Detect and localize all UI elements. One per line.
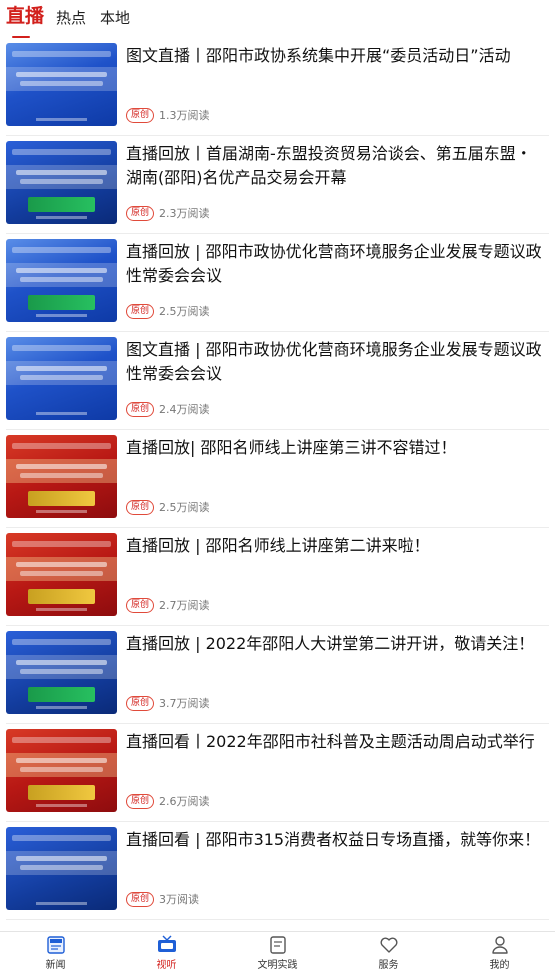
news-icon (46, 936, 65, 954)
read-count: 2.6万阅读 (159, 795, 210, 808)
thumbnail-image (6, 337, 117, 420)
document-icon (269, 936, 286, 954)
list-item[interactable]: 直播回看 | 邵阳市315消费者权益日专场直播，就等你来！ 原创 3万阅读 (0, 822, 555, 920)
thumbnail-image (6, 827, 117, 910)
read-count: 3万阅读 (159, 893, 200, 906)
original-badge: 原创 (126, 597, 155, 613)
read-count: 2.5万阅读 (159, 501, 210, 514)
original-badge: 原创 (126, 205, 155, 221)
heart-icon (380, 937, 397, 953)
thumbnail-image (6, 239, 117, 322)
read-count: 2.5万阅读 (159, 305, 210, 318)
item-title: 直播回看 | 邵阳市315消费者权益日专场直播，就等你来！ (126, 830, 541, 849)
nav-label: 视听 (156, 960, 177, 971)
thumbnail-image (6, 729, 117, 812)
original-badge: 原创 (126, 891, 155, 907)
read-count: 2.7万阅读 (159, 599, 210, 612)
thumbnail-image (6, 435, 117, 518)
item-title: 直播回放 | 邵阳市政协优化营商环境服务企业发展专题议政性常委会会议 (126, 242, 542, 285)
item-title: 直播回放 | 邵阳名师线上讲座第二讲来啦！ (126, 536, 430, 555)
nav-media[interactable]: 视听 (111, 932, 222, 971)
list-item[interactable]: 直播回放 | 2022年邵阳人大讲堂第二讲开讲，敬请关注！ 原创 3.7万阅读 (0, 626, 555, 724)
live-list: 图文直播丨邵阳市政协系统集中开展“委员活动日”活动 原创 1.3万阅读 直播回放丨… (0, 38, 555, 920)
item-title: 直播回放丨首届湖南-东盟投资贸易洽谈会、第五届东盟・湖南(邵阳)名优产品交易会开… (126, 144, 532, 187)
list-item[interactable]: 直播回放 | 邵阳名师线上讲座第二讲来啦！ 原创 2.7万阅读 (0, 528, 555, 626)
item-title: 直播回看丨2022年邵阳市社科普及主题活动周启动式举行 (126, 732, 535, 751)
bottom-nav-bar: 新闻 视听 文明实践 服务 我的 (0, 931, 555, 971)
item-title: 图文直播 | 邵阳市政协优化营商环境服务企业发展专题议政性常委会会议 (126, 340, 542, 383)
item-title: 直播回放| 邵阳名师线上讲座第三讲不容错过！ (126, 438, 457, 457)
nav-label: 文明实践 (257, 960, 298, 971)
original-badge: 原创 (126, 695, 155, 711)
list-item[interactable]: 图文直播丨邵阳市政协系统集中开展“委员活动日”活动 原创 1.3万阅读 (0, 38, 555, 136)
top-tab-bar: 直播 热点 本地 (0, 0, 555, 38)
user-icon (491, 936, 508, 954)
original-badge: 原创 (126, 499, 155, 515)
read-count: 2.3万阅读 (159, 207, 210, 220)
list-item[interactable]: 直播回看丨2022年邵阳市社科普及主题活动周启动式举行 原创 2.6万阅读 (0, 724, 555, 822)
nav-service[interactable]: 服务 (333, 932, 444, 971)
item-title: 图文直播丨邵阳市政协系统集中开展“委员活动日”活动 (126, 46, 511, 65)
tv-icon (157, 935, 176, 952)
nav-news[interactable]: 新闻 (0, 932, 111, 971)
original-badge: 原创 (126, 107, 155, 123)
item-title: 直播回放 | 2022年邵阳人大讲堂第二讲开讲，敬请关注！ (126, 634, 535, 653)
original-badge: 原创 (126, 401, 155, 417)
read-count: 1.3万阅读 (159, 109, 210, 122)
thumbnail-image (6, 141, 117, 224)
thumbnail-image (6, 43, 117, 126)
read-count: 3.7万阅读 (159, 697, 210, 710)
original-badge: 原创 (126, 303, 155, 319)
tab-live[interactable]: 直播 (6, 1, 44, 32)
thumbnail-image (6, 533, 117, 616)
nav-label: 新闻 (45, 960, 66, 971)
nav-label: 我的 (489, 960, 510, 971)
nav-profile[interactable]: 我的 (444, 932, 555, 971)
nav-label: 服务 (378, 960, 399, 971)
original-badge: 原创 (126, 793, 155, 809)
list-item[interactable]: 直播回放 | 邵阳市政协优化营商环境服务企业发展专题议政性常委会会议 原创 2.5… (0, 234, 555, 332)
list-item[interactable]: 直播回放| 邵阳名师线上讲座第三讲不容错过！ 原创 2.5万阅读 (0, 430, 555, 528)
list-item[interactable]: 直播回放丨首届湖南-东盟投资贸易洽谈会、第五届东盟・湖南(邵阳)名优产品交易会开… (0, 136, 555, 234)
thumbnail-image (6, 631, 117, 714)
nav-civilization[interactable]: 文明实践 (222, 932, 333, 971)
tab-local[interactable]: 本地 (100, 7, 130, 32)
read-count: 2.4万阅读 (159, 403, 210, 416)
tab-hot[interactable]: 热点 (56, 7, 86, 32)
list-item[interactable]: 图文直播 | 邵阳市政协优化营商环境服务企业发展专题议政性常委会会议 原创 2.4… (0, 332, 555, 430)
